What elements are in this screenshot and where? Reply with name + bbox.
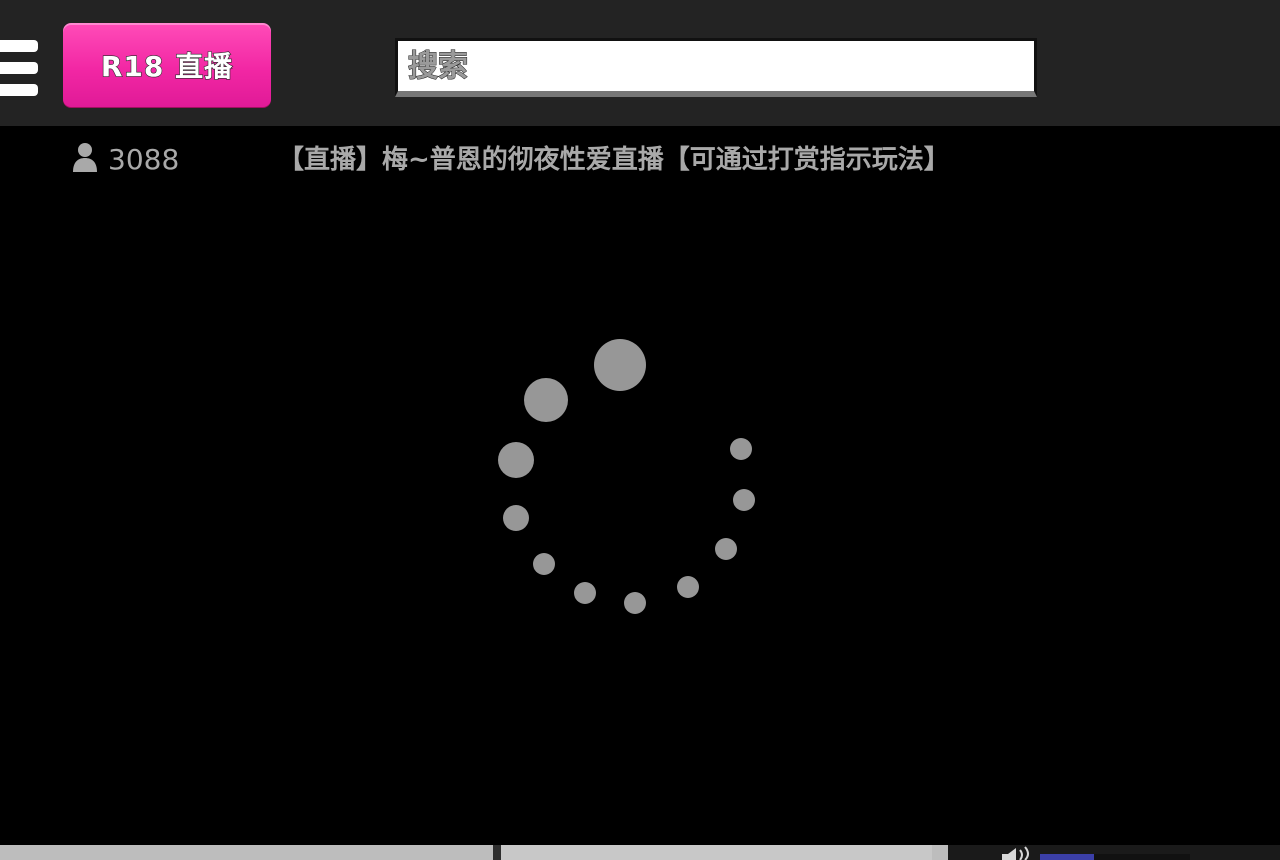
loading-spinner-icon [480,330,780,630]
hamburger-menu-icon[interactable] [0,40,40,98]
speaker-icon[interactable] [1002,845,1036,860]
search-input[interactable] [406,40,1034,92]
spinner-dot [624,592,646,614]
progress-bar[interactable] [0,845,948,860]
progress-buffered [501,845,932,860]
brand-label: R18 直播 [100,49,234,83]
spinner-dot [715,538,737,560]
spinner-dot [498,442,534,478]
menu-line [0,40,38,52]
menu-line [0,62,38,74]
brand-button[interactable]: R18 直播 [63,23,271,107]
spinner-dot [594,339,646,391]
spinner-dot [503,505,529,531]
spinner-dot [574,582,596,604]
spinner-dot [730,438,752,460]
spinner-dot [677,576,699,598]
search-box[interactable] [395,38,1037,97]
viewer-count: 3088 [108,143,180,176]
spinner-dot [533,553,555,575]
person-icon [73,143,97,172]
spinner-dot [733,489,755,511]
stream-info-row: 3088 【直播】梅~普恩的彻夜性爱直播【可通过打赏指示玩法】 [0,138,1280,182]
menu-line [0,84,38,96]
spinner-dot [524,378,568,422]
top-bar: R18 直播 [0,0,1280,126]
volume-slider[interactable] [1040,854,1190,860]
volume-level [1040,854,1094,860]
progress-handle[interactable] [493,845,501,860]
stream-title[interactable]: 【直播】梅~普恩的彻夜性爱直播【可通过打赏指示玩法】 [278,142,950,178]
